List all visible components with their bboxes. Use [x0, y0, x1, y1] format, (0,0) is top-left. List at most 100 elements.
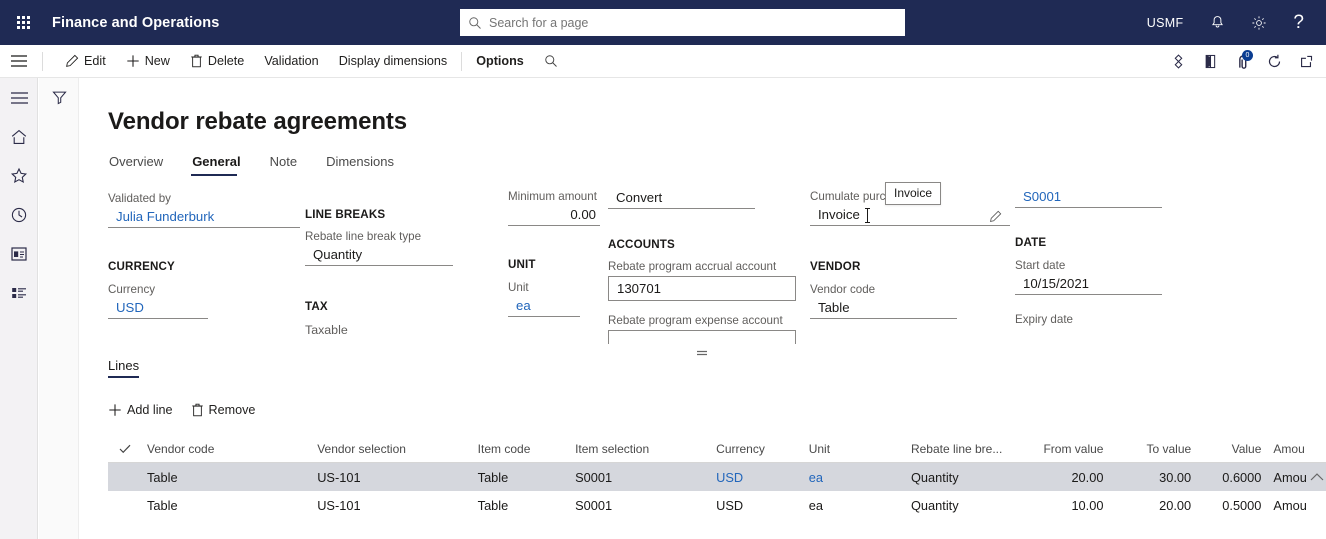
cell-unit[interactable]: ea: [803, 470, 905, 485]
validated-by-value[interactable]: Julia Funderburk: [108, 208, 300, 228]
edit-button[interactable]: Edit: [55, 45, 116, 78]
column-header-rebate-line-break[interactable]: Rebate line bre...: [905, 442, 1017, 456]
left-navigation-rail: [0, 78, 38, 539]
cumulate-purchase-value[interactable]: Invoice: [810, 206, 1010, 226]
filter-pane: [39, 78, 79, 539]
select-all-checkbox[interactable]: [108, 444, 141, 454]
column-header-value[interactable]: Value: [1197, 442, 1267, 456]
validation-button[interactable]: Validation: [254, 45, 328, 78]
cell-currency[interactable]: USD: [710, 470, 803, 485]
command-buttons: Edit New Delete Validation Display dimen…: [55, 45, 568, 78]
new-button[interactable]: New: [116, 45, 180, 78]
agreement-id-field[interactable]: S0001: [1015, 188, 1162, 208]
favorites-star-icon[interactable]: [0, 156, 38, 195]
convert-value[interactable]: Convert: [608, 189, 755, 209]
column-header-item-selection[interactable]: Item selection: [569, 442, 710, 456]
options-button[interactable]: Options: [466, 45, 534, 78]
unit-value[interactable]: ea: [508, 297, 580, 317]
agreement-id-value[interactable]: S0001: [1015, 188, 1162, 208]
open-in-new-window-icon[interactable]: [1290, 45, 1322, 78]
help-icon[interactable]: ?: [1280, 0, 1326, 45]
workspaces-icon[interactable]: [0, 234, 38, 273]
refresh-icon[interactable]: [1258, 45, 1290, 78]
cell-from-value: 10.00: [1071, 497, 1104, 513]
recent-clock-icon[interactable]: [0, 195, 38, 234]
pencil-icon[interactable]: [989, 210, 1002, 223]
search-input[interactable]: [489, 15, 879, 30]
tab-overview[interactable]: Overview: [108, 150, 175, 176]
search-icon: [468, 16, 482, 30]
column-header-to-value[interactable]: To value: [1109, 442, 1197, 456]
cell-unit: ea: [808, 497, 823, 513]
validated-by-field[interactable]: Validated by Julia Funderburk: [108, 192, 300, 228]
convert-field[interactable]: Convert: [608, 189, 755, 209]
remove-line-button[interactable]: Remove: [191, 403, 255, 417]
rebate-expense-account-value[interactable]: [608, 330, 796, 344]
tab-dimensions[interactable]: Dimensions: [325, 150, 406, 176]
company-selector[interactable]: USMF: [1133, 0, 1198, 45]
expiry-date-field[interactable]: Expiry date: [1015, 313, 1162, 329]
rebate-expense-account-field[interactable]: Rebate program expense account: [608, 314, 796, 362]
add-line-button[interactable]: Add line: [108, 403, 173, 417]
minimum-amount-value[interactable]: 0.00: [508, 206, 600, 226]
gear-icon[interactable]: [1238, 0, 1280, 45]
currency-field[interactable]: Currency USD: [108, 283, 208, 319]
resize-handle[interactable]: [608, 344, 796, 362]
command-search-icon[interactable]: [534, 45, 568, 78]
attachment-icon[interactable]: 0: [1226, 45, 1258, 78]
table-row[interactable]: Table US-101 Table S0001 USD ea Quantity…: [108, 463, 1326, 491]
global-search-box[interactable]: [460, 9, 905, 36]
command-bar-right-icons: 0: [1162, 45, 1322, 78]
tab-general[interactable]: General: [191, 150, 252, 176]
column-header-from-value[interactable]: From value: [1017, 442, 1110, 456]
column-header-item-code[interactable]: Item code: [472, 442, 569, 456]
column-header-amount[interactable]: Amou: [1267, 442, 1326, 456]
cell-item-code: Table: [477, 469, 509, 485]
vendor-code-value[interactable]: Table: [810, 299, 957, 319]
command-separator: [42, 51, 43, 71]
column-header-unit[interactable]: Unit: [803, 442, 905, 456]
currency-value[interactable]: USD: [108, 299, 208, 319]
delete-button[interactable]: Delete: [180, 45, 254, 78]
add-line-label: Add line: [127, 403, 173, 417]
rebate-accrual-account-value[interactable]: 130701: [608, 276, 796, 301]
chevron-up-icon[interactable]: [1310, 473, 1324, 482]
app-title: Finance and Operations: [52, 14, 220, 31]
hamburger-icon[interactable]: [0, 45, 38, 78]
office-app-icon[interactable]: [1194, 45, 1226, 78]
cell-currency: USD: [716, 497, 744, 513]
app-launcher-icon[interactable]: [0, 0, 46, 45]
vendor-code-label: Vendor code: [810, 283, 876, 296]
rebate-line-break-type-value[interactable]: Quantity: [305, 246, 453, 266]
column-header-vendor-code[interactable]: Vendor code: [141, 442, 311, 456]
vendor-code-field[interactable]: Vendor code Table: [810, 283, 957, 319]
unit-field[interactable]: Unit ea: [508, 281, 580, 317]
minimum-amount-field[interactable]: Minimum amount 0.00: [508, 190, 600, 226]
display-dimensions-button[interactable]: Display dimensions: [329, 45, 458, 78]
cell-vendor-selection: US-101: [317, 497, 361, 513]
form-tabs: Overview General Note Dimensions: [108, 150, 422, 176]
taxable-label: Taxable: [305, 323, 348, 337]
home-icon[interactable]: [0, 117, 38, 156]
cell-vendor-selection: US-101: [317, 469, 361, 485]
modules-list-icon[interactable]: [0, 273, 38, 312]
hamburger-icon[interactable]: [0, 78, 38, 117]
cell-item-selection: S0001: [575, 469, 613, 485]
rebate-accrual-account-field[interactable]: Rebate program accrual account 130701: [608, 260, 796, 301]
filter-icon[interactable]: [39, 78, 79, 116]
bell-icon[interactable]: [1197, 0, 1238, 45]
share-icon[interactable]: [1162, 45, 1194, 78]
cell-to-value: 20.00: [1159, 497, 1192, 513]
cell-vendor-code: Table: [147, 497, 178, 513]
start-date-field[interactable]: Start date 10/15/2021: [1015, 259, 1162, 295]
table-row[interactable]: Table US-101 Table S0001 USD ea Quantity…: [108, 491, 1326, 519]
taxable-field[interactable]: Taxable: [305, 323, 348, 337]
rebate-accrual-account-label: Rebate program accrual account: [608, 260, 777, 273]
rebate-line-break-type-field[interactable]: Rebate line break type Quantity: [305, 230, 453, 266]
tab-lines[interactable]: Lines: [108, 358, 140, 378]
date-group-header: DATE: [1015, 236, 1047, 249]
start-date-value[interactable]: 10/15/2021: [1015, 275, 1162, 295]
column-header-currency[interactable]: Currency: [710, 442, 803, 456]
tab-note[interactable]: Note: [269, 150, 309, 176]
column-header-vendor-selection[interactable]: Vendor selection: [311, 442, 471, 456]
